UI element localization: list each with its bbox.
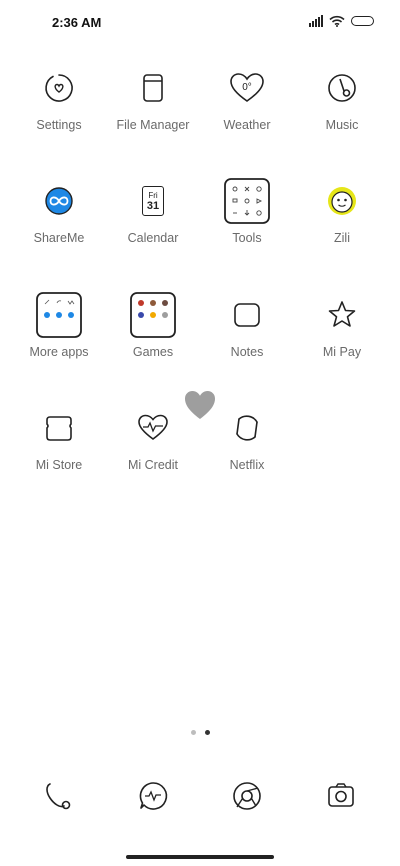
messages-icon <box>139 782 168 810</box>
app-zili[interactable]: Zili <box>292 173 392 273</box>
app-file-manager[interactable]: File Manager <box>103 60 203 160</box>
app-label: Mi Pay <box>322 345 362 359</box>
page-dot-active[interactable] <box>204 730 210 735</box>
app-label: Notes <box>230 345 264 359</box>
app-label: Mi Credit <box>127 458 178 472</box>
camera-icon <box>328 783 354 807</box>
wifi-icon <box>329 15 345 27</box>
app-mi-store[interactable]: Mi Store <box>9 400 109 500</box>
app-label: Zili <box>334 231 350 245</box>
games-folder-icon <box>130 292 176 338</box>
app-label: Weather <box>223 118 271 132</box>
status-time: 2:36 AM <box>52 15 102 30</box>
app-weather[interactable]: 0° Weather <box>197 60 297 160</box>
app-label: More apps <box>29 345 89 359</box>
netflix-icon <box>236 415 258 441</box>
shareme-icon <box>45 187 73 215</box>
browser-icon <box>233 782 261 810</box>
svg-text:0°: 0° <box>242 82 252 93</box>
calendar-day-name: Fri <box>148 190 158 200</box>
app-settings[interactable]: Settings <box>9 60 109 160</box>
dock-phone[interactable] <box>33 771 83 821</box>
app-label: Calendar <box>127 231 179 245</box>
dock <box>0 768 400 828</box>
app-label: Settings <box>36 118 82 132</box>
battery-icon <box>351 16 374 26</box>
dock-camera[interactable] <box>316 771 366 821</box>
music-icon <box>328 74 356 102</box>
tools-folder-icon <box>224 178 270 224</box>
mi-pay-icon <box>328 301 356 327</box>
phone-icon <box>46 783 71 810</box>
app-label: Mi Store <box>35 458 83 472</box>
app-more-apps-folder[interactable]: More apps <box>9 287 109 387</box>
calendar-day-number: 31 <box>146 199 160 212</box>
page-dot[interactable] <box>190 730 196 735</box>
app-label: ShareMe <box>33 231 85 245</box>
app-music[interactable]: Music <box>292 60 392 160</box>
home-indicator[interactable] <box>126 855 274 859</box>
dock-browser[interactable] <box>222 771 272 821</box>
app-label: File Manager <box>116 118 190 132</box>
app-notes[interactable]: Notes <box>197 287 297 387</box>
notes-icon <box>234 303 260 327</box>
app-label: Tools <box>232 231 262 245</box>
more-apps-folder-icon <box>36 292 82 338</box>
weather-icon: 0° <box>230 73 264 102</box>
page-indicator <box>0 730 400 735</box>
status-bar: 2:36 AM <box>0 0 400 44</box>
settings-icon <box>45 74 73 102</box>
dock-messages[interactable] <box>128 771 178 821</box>
app-label: Netflix <box>229 458 265 472</box>
heart-icon <box>185 391 215 419</box>
calendar-icon: Fri 31 <box>142 186 164 216</box>
app-label: Games <box>132 345 174 359</box>
app-label: Music <box>325 118 359 132</box>
status-icons <box>309 15 374 27</box>
file-manager-icon <box>143 74 163 102</box>
zili-icon <box>328 187 356 215</box>
signal-icon <box>309 15 323 27</box>
app-calendar[interactable]: Fri 31 Calendar <box>103 173 203 273</box>
app-games-folder[interactable]: Games <box>103 287 203 387</box>
mi-store-icon <box>46 416 72 441</box>
app-shareme[interactable]: ShareMe <box>9 173 109 273</box>
app-mi-pay[interactable]: Mi Pay <box>292 287 392 387</box>
mi-credit-icon <box>138 414 168 440</box>
app-tools-folder[interactable]: Tools <box>197 173 297 273</box>
